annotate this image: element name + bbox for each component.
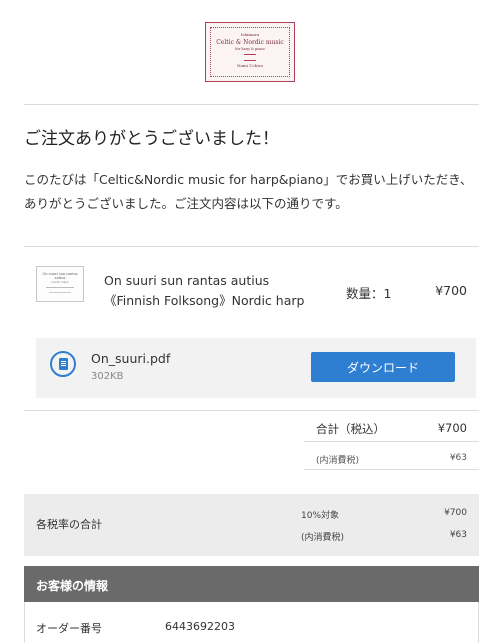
- totals-divider: [304, 469, 479, 470]
- store-logo: Ishimaru Celtic & Nordic music for harp …: [205, 22, 295, 82]
- download-button[interactable]: ダウンロード: [311, 352, 455, 382]
- logo-line-3: for harp & piano: [235, 47, 265, 51]
- file-name: On_suuri.pdf: [91, 351, 171, 366]
- section-divider: [24, 410, 479, 411]
- tax-rate-tax-label: (内消費税): [301, 533, 345, 543]
- totals-divider: [304, 441, 479, 442]
- logo-ornament: [244, 54, 256, 61]
- consumption-tax-label: (内消費税): [316, 456, 360, 466]
- section-divider: [24, 246, 479, 247]
- consumption-tax-value: ¥63: [449, 453, 467, 463]
- file-size: 302KB: [91, 371, 124, 382]
- thumbnail-line: [49, 292, 71, 293]
- product-price: ¥700: [435, 283, 467, 298]
- thumbnail-line: [46, 287, 74, 288]
- order-number-label: オーダー番号: [36, 622, 102, 635]
- logo-line-1: Ishimaru: [240, 32, 260, 37]
- header-divider: [24, 104, 479, 105]
- tax-rate-value: ¥700: [444, 508, 467, 518]
- total-value: ¥700: [437, 421, 467, 435]
- thumbnail-subtitle: nordic harp: [51, 280, 69, 284]
- logo-line-2: Celtic & Nordic music: [216, 39, 284, 46]
- logo-line-4: Nami Uchiro: [236, 63, 263, 68]
- total-label: 合計（税込）: [316, 422, 385, 436]
- document-icon: [50, 351, 76, 377]
- tax-rate-tax-value: ¥63: [449, 530, 467, 540]
- order-number-value: 6443692203: [165, 620, 235, 633]
- page-title: ご注文ありがとうございました！: [24, 129, 279, 149]
- customer-info-title: お客様の情報: [36, 579, 109, 593]
- thumbnail-title: On suuri sun rantas autius: [42, 272, 78, 280]
- product-thumbnail: On suuri sun rantas autius nordic harp: [36, 266, 84, 302]
- product-title: On suuri sun rantas autius《Finnish Folks…: [104, 273, 305, 308]
- tax-rate-summary-title: 各税率の合計: [36, 518, 102, 531]
- intro-text: このたびは「Celtic&Nordic music for harp&piano…: [24, 172, 473, 211]
- product-quantity: 数量：1: [346, 286, 392, 301]
- tax-rate-label: 10%対象: [301, 511, 340, 521]
